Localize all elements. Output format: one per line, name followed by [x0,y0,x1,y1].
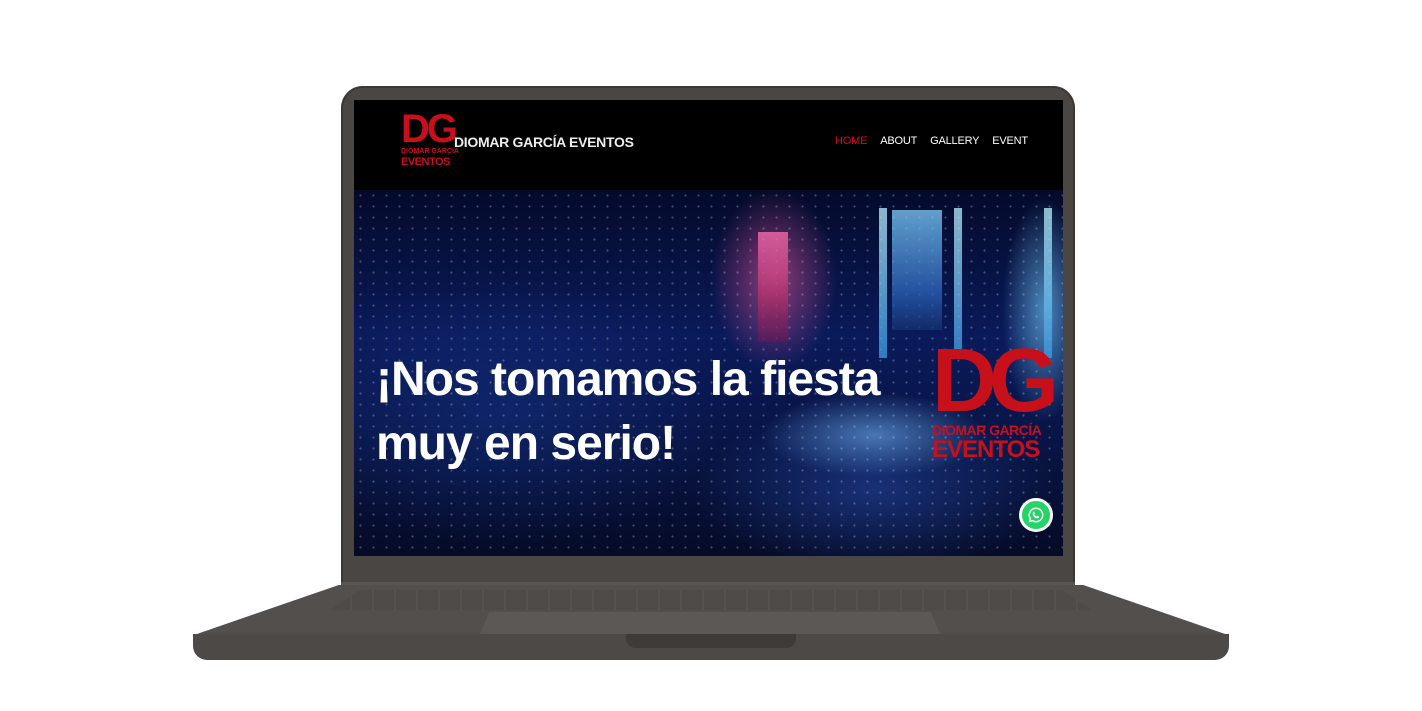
laptop-keyboard [330,590,1092,610]
stage-screen-right [892,210,942,330]
stage-screen-left [758,232,788,342]
site-header: DG DIOMAR GARCÍA EVENTOS DIOMAR GARCÍA E… [354,100,1063,190]
main-nav: HOME ABOUT GALLERY EVENT [835,135,1028,147]
laptop-screen: DG DIOMAR GARCÍA EVENTOS DIOMAR GARCÍA E… [354,100,1063,556]
stage-light [879,208,887,358]
nav-about[interactable]: ABOUT [880,135,917,147]
laptop-notch [626,634,796,648]
logo-initials: DG [401,107,458,151]
hero-logo: DG DIOMAR GARCÍA EVENTOS [932,331,1059,480]
whatsapp-icon [1028,507,1044,523]
whatsapp-button[interactable] [1019,498,1053,532]
nav-home[interactable]: HOME [835,135,867,147]
hero-logo-initials: DG [932,331,1059,431]
hero-logo-line2: EVENTOS [932,436,1040,463]
logo-line2: EVENTOS [401,156,450,168]
laptop-trackpad [480,612,940,634]
logo-line1: DIOMAR GARCÍA [401,148,459,155]
nav-event[interactable]: EVENT [992,135,1028,147]
nav-gallery[interactable]: GALLERY [930,135,979,147]
hero-title: ¡Nos tomamos la fiesta muy en serio! [376,353,880,470]
site-logo[interactable]: DG DIOMAR GARCÍA EVENTOS [401,107,459,172]
hero-banner: ¡Nos tomamos la fiesta muy en serio! DG … [354,190,1063,556]
brand-name[interactable]: DIOMAR GARCÍA EVENTOS [454,134,634,150]
